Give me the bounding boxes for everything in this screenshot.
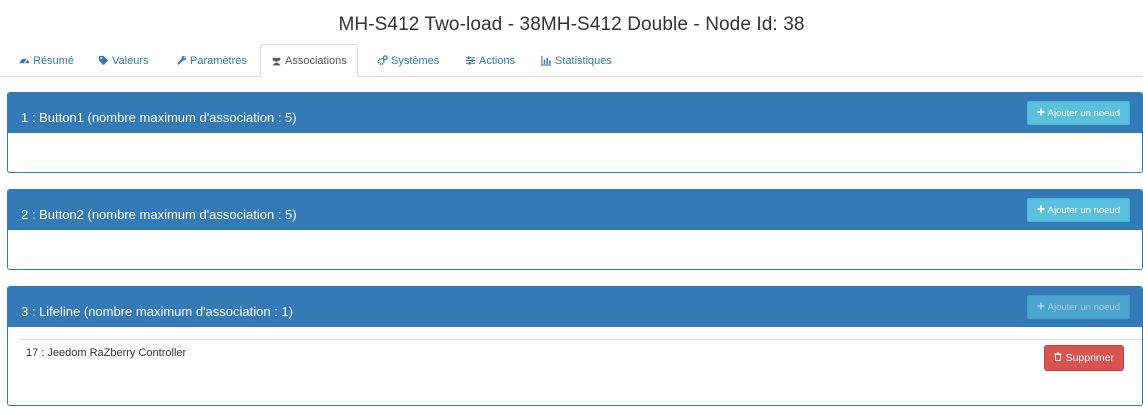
bar-chart-icon (541, 55, 552, 66)
associated-node-label: 17 : Jeedom RaZberry Controller (26, 347, 187, 359)
tag-icon (98, 55, 109, 66)
add-node-button[interactable]: Ajouter un noeud (1026, 295, 1130, 319)
tab-associations[interactable]: Associations (260, 44, 358, 78)
group-title: 1 : Button1 (nombre maximum d'associatio… (21, 110, 297, 125)
add-node-label: Ajouter un noeud (1047, 107, 1120, 119)
association-group-2: 2 : Button2 (nombre maximum d'associatio… (7, 189, 1143, 270)
tab-bar: Résumé Valeurs Paramètres Associations S… (0, 44, 1143, 78)
add-node-label: Ajouter un noeud (1047, 301, 1120, 313)
page-title: MH-S412 Two-load - 38MH-S412 Double - No… (338, 14, 805, 35)
add-node-button[interactable]: Ajouter un noeud (1026, 101, 1130, 125)
trash-icon (1054, 352, 1062, 364)
panel-header: 2 : Button2 (nombre maximum d'associatio… (8, 190, 1142, 230)
tab-statistiques[interactable]: Statistiques (531, 44, 622, 77)
delete-node-label: Supprimer (1065, 352, 1114, 364)
node-divider (20, 339, 1142, 340)
tab-resume[interactable]: Résumé (9, 44, 84, 77)
tab-systemes[interactable]: Systèmes (367, 44, 449, 77)
association-group-1: 1 : Button1 (nombre maximum d'associatio… (7, 92, 1143, 173)
add-node-label: Ajouter un noeud (1047, 204, 1120, 216)
sliders-icon (465, 55, 476, 66)
delete-node-button[interactable]: Supprimer (1043, 345, 1124, 371)
group-title: 2 : Button2 (nombre maximum d'associatio… (21, 207, 297, 222)
plus-icon (1037, 302, 1045, 313)
tab-label: Actions (479, 54, 516, 67)
group-title: 3 : Lifeline (nombre maximum d'associati… (21, 304, 293, 319)
tab-label: Valeurs (112, 54, 149, 67)
tab-label: Statistiques (555, 54, 612, 67)
plus-icon (1037, 205, 1045, 216)
panel-header: 1 : Button1 (nombre maximum d'associatio… (8, 93, 1142, 133)
panel-header: 3 : Lifeline (nombre maximum d'associati… (8, 287, 1142, 327)
users-icon (271, 56, 282, 67)
tab-label: Résumé (33, 54, 74, 67)
wrench-icon (176, 55, 187, 66)
association-group-3: 3 : Lifeline (nombre maximum d'associati… (7, 286, 1143, 406)
tab-label: Associations (285, 55, 347, 67)
add-node-button[interactable]: Ajouter un noeud (1026, 198, 1130, 222)
tab-parametres[interactable]: Paramètres (166, 44, 257, 77)
tab-label: Systèmes (391, 54, 440, 67)
dashboard-icon (19, 55, 30, 66)
cogs-icon (377, 55, 388, 66)
tab-valeurs[interactable]: Valeurs (88, 44, 158, 77)
tab-actions[interactable]: Actions (455, 44, 525, 77)
tab-label: Paramètres (190, 54, 247, 67)
plus-icon (1037, 108, 1045, 119)
